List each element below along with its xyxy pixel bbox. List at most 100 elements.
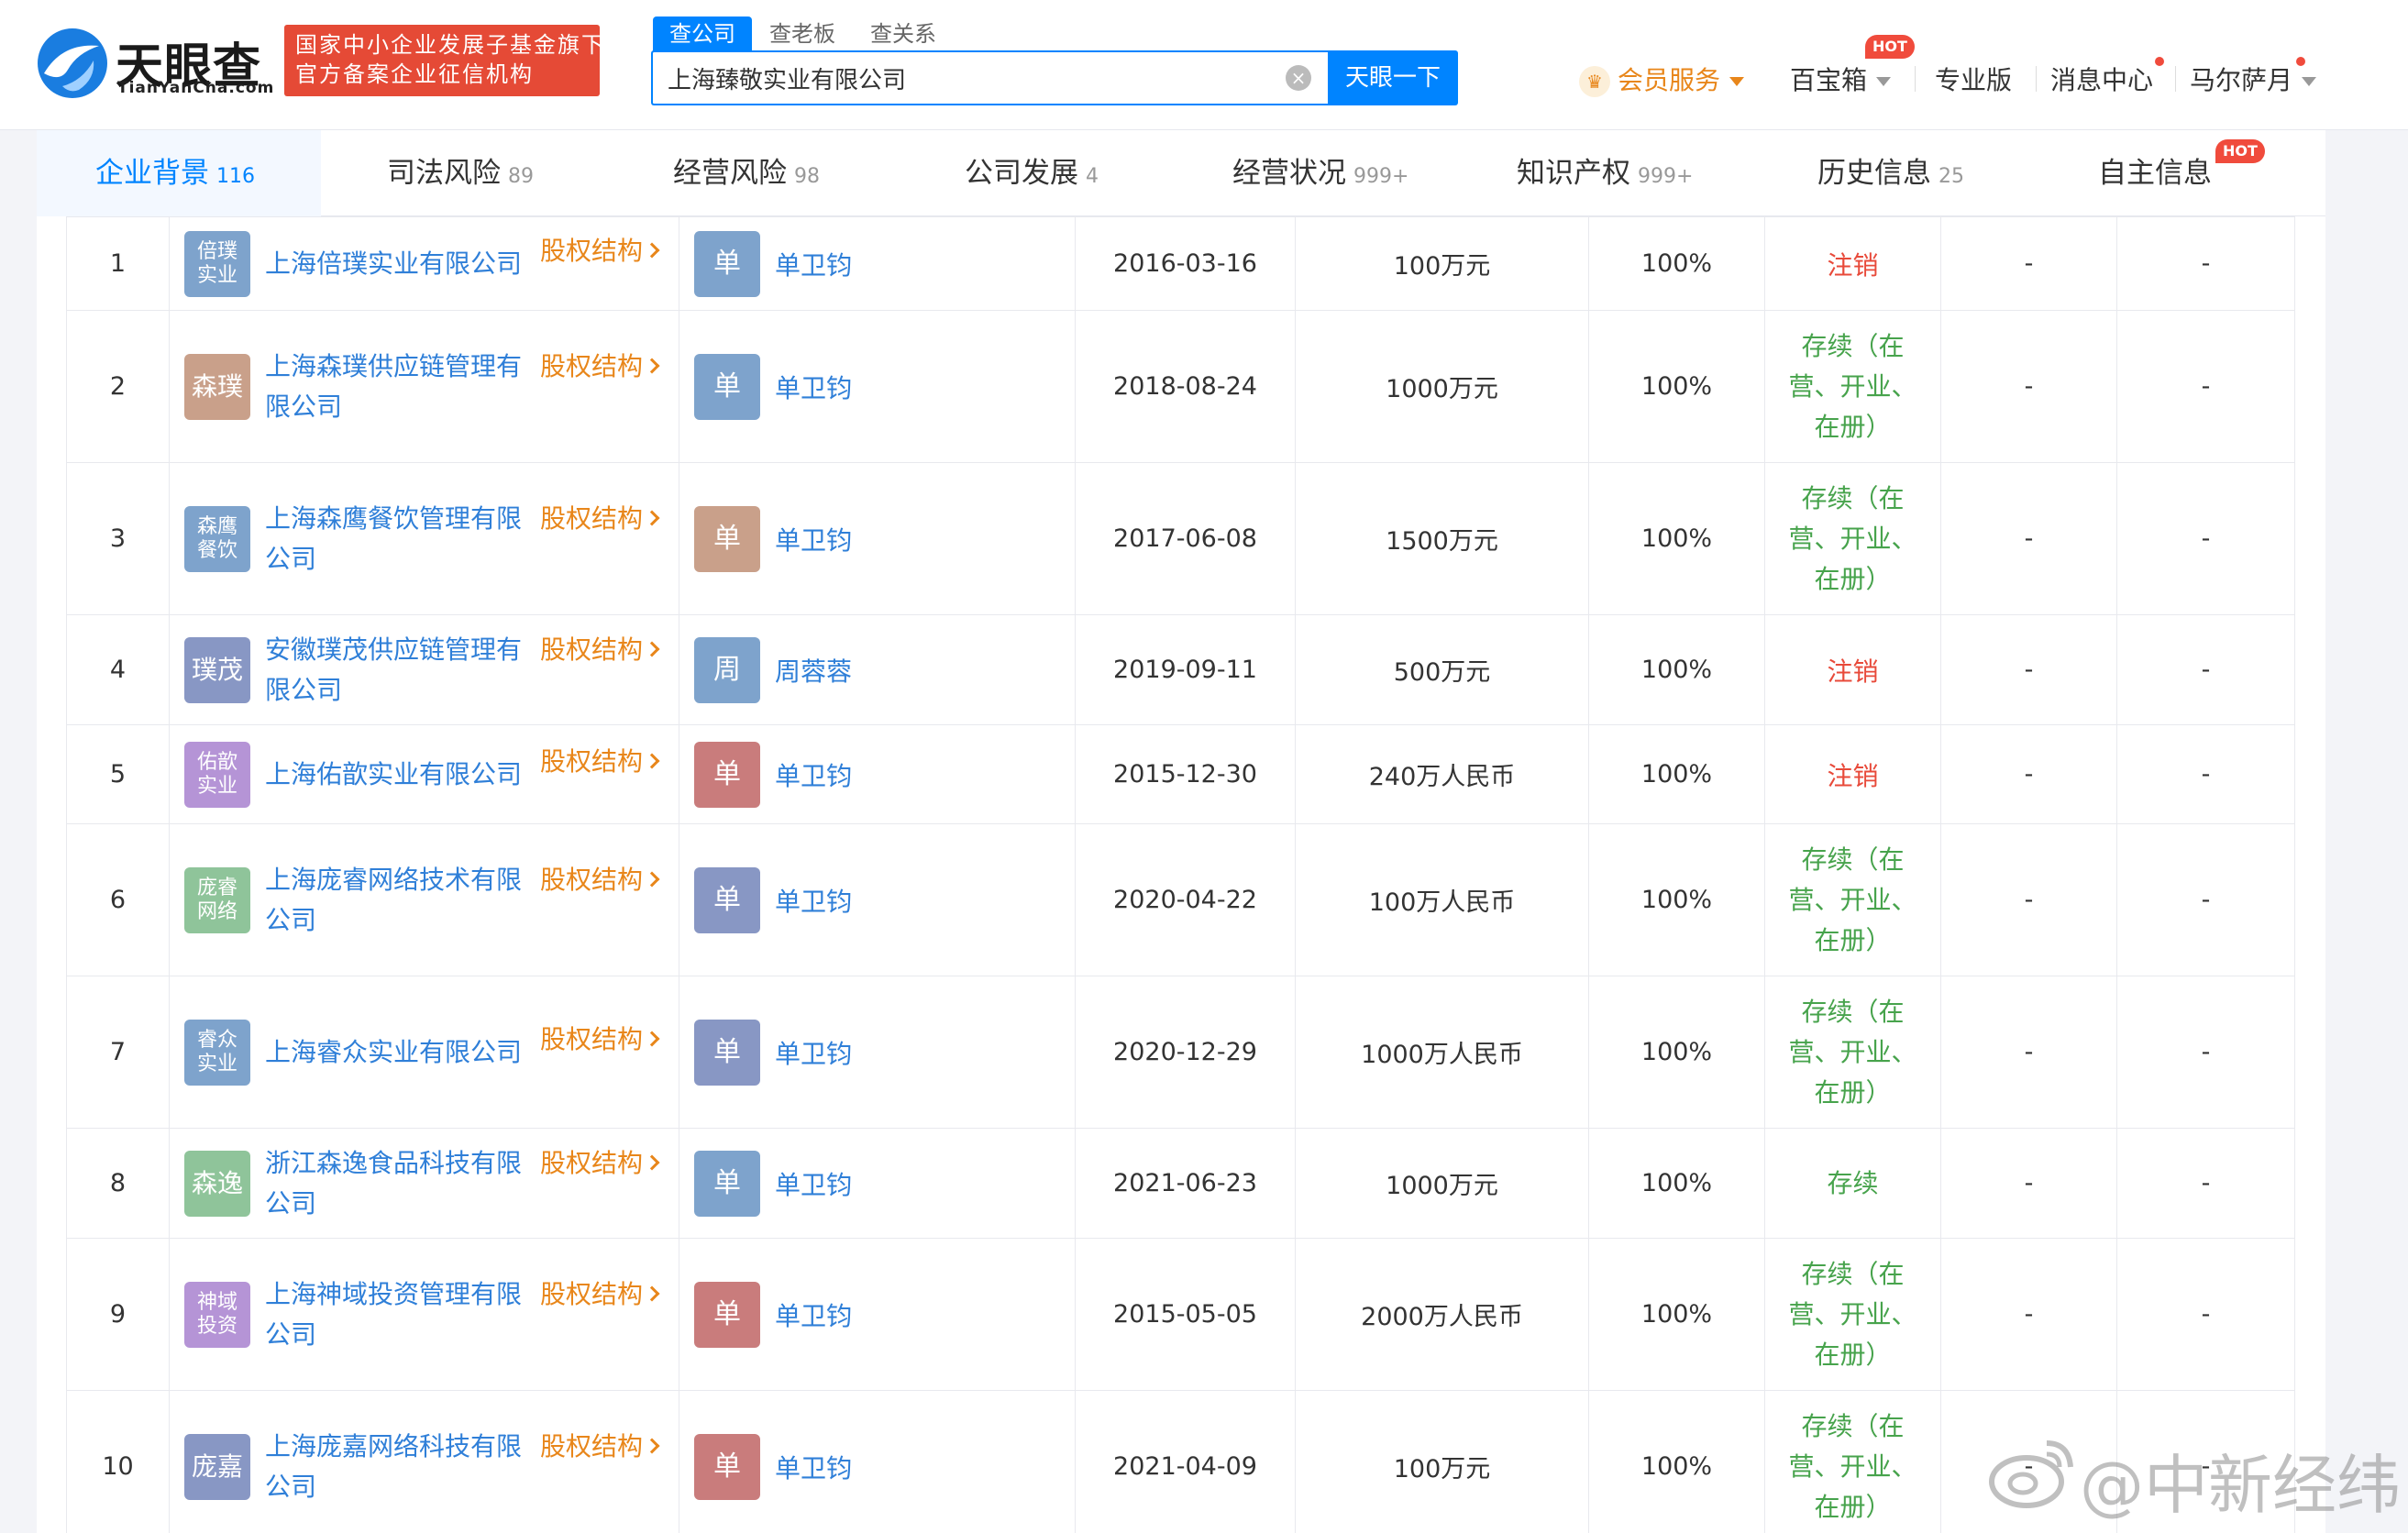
top-header: 天眼查 TianYanCha.com 国家中小企业发展子基金旗下 官方备案企业征… xyxy=(0,0,2408,130)
tab-operation-risk[interactable]: 经营风险 98 xyxy=(673,130,820,216)
person-name-link[interactable]: 单卫钧 xyxy=(775,369,852,405)
company-cell: 璞茂 安徽璞茂供应链管理有限公司 股权结构 xyxy=(169,614,679,725)
establish-date: 2016-03-16 xyxy=(1075,216,1296,311)
extra-column-1: - xyxy=(1940,823,2117,976)
company-name-link[interactable]: 上海睿众实业有限公司 xyxy=(265,1032,531,1073)
company-name-link[interactable]: 上海神域投资管理有限公司 xyxy=(265,1274,531,1355)
company-name-link[interactable]: 浙江森逸食品科技有限公司 xyxy=(265,1143,531,1224)
extra-column-1: - xyxy=(1940,614,2117,725)
equity-structure-link[interactable]: 股权结构 xyxy=(540,231,660,271)
company-name-link[interactable]: 上海森鹰餐饮管理有限公司 xyxy=(265,499,531,579)
equity-structure-link[interactable]: 股权结构 xyxy=(540,1143,660,1184)
message-center-link[interactable]: 消息中心 xyxy=(2050,61,2153,97)
tab-label: 企业背景 xyxy=(95,157,209,190)
person-name-link[interactable]: 单卫钧 xyxy=(775,246,852,282)
equity-structure-link[interactable]: 股权结构 xyxy=(540,1427,660,1467)
person-name-link[interactable]: 周蓉蓉 xyxy=(775,652,852,689)
investment-ratio: 100% xyxy=(1588,310,1765,463)
registered-capital: 500万元 xyxy=(1295,614,1589,725)
establish-date: 2018-08-24 xyxy=(1075,310,1296,463)
equity-structure-link[interactable]: 股权结构 xyxy=(540,1274,660,1315)
person-name-link[interactable]: 单卫钧 xyxy=(775,756,852,793)
brand-logo[interactable]: 天眼查 TianYanCha.com xyxy=(35,26,273,101)
toolbox-menu[interactable]: 百宝箱 xyxy=(1790,61,1892,97)
extra-column-2: - xyxy=(2116,724,2295,824)
tab-intellectual-property[interactable]: 知识产权 999+ xyxy=(1517,130,1693,216)
table-row: 1 倍璞 实业 上海倍璞实业有限公司 股权结构 单 单卫钧 2016-03-16 … xyxy=(66,216,2295,311)
chevron-right-icon xyxy=(644,871,660,887)
tab-judicial-risk[interactable]: 司法风险 89 xyxy=(387,130,534,216)
company-name-link[interactable]: 上海佑歆实业有限公司 xyxy=(265,755,531,795)
person-name-link[interactable]: 单卫钧 xyxy=(775,1165,852,1202)
person-avatar: 单 xyxy=(694,1281,760,1348)
establish-date: 2015-05-05 xyxy=(1075,1238,1296,1391)
company-name-link[interactable]: 上海森璞供应链管理有限公司 xyxy=(265,347,531,427)
hot-badge: HOT xyxy=(2215,139,2265,163)
company-cell: 神域 投资 上海神域投资管理有限公司 股权结构 xyxy=(169,1238,679,1391)
equity-structure-link[interactable]: 股权结构 xyxy=(540,347,660,387)
search-tab-relation[interactable]: 查关系 xyxy=(870,17,936,51)
tab-label: 经营风险 xyxy=(673,157,787,190)
table-row: 3 森鹰 餐饮 上海森鹰餐饮管理有限公司 股权结构 单 单卫钧 2017-06-0… xyxy=(66,462,2295,615)
equity-label: 股权结构 xyxy=(540,1023,644,1054)
person-avatar: 周 xyxy=(694,636,760,703)
tab-label: 自主信息 xyxy=(2098,157,2212,190)
person-name-link[interactable]: 单卫钧 xyxy=(775,521,852,557)
chevron-right-icon xyxy=(644,641,660,656)
company-name-link[interactable]: 上海庞嘉网络科技有限公司 xyxy=(265,1427,531,1507)
extra-column-1: - xyxy=(1940,976,2117,1129)
legal-person-cell: 单 单卫钧 xyxy=(679,976,1076,1129)
search-tab-company[interactable]: 查公司 xyxy=(653,17,752,51)
tab-count: 999+ xyxy=(1353,165,1409,188)
equity-label: 股权结构 xyxy=(540,634,644,665)
person-name-link[interactable]: 单卫钧 xyxy=(775,1449,852,1485)
row-number: 4 xyxy=(66,614,170,725)
person-name-link[interactable]: 单卫钧 xyxy=(775,1296,852,1333)
vip-label: 会员服务 xyxy=(1618,65,1721,95)
equity-label: 股权结构 xyxy=(540,864,644,895)
equity-structure-link[interactable]: 股权结构 xyxy=(540,499,660,539)
company-name-link[interactable]: 上海庞睿网络技术有限公司 xyxy=(265,860,531,941)
person-avatar: 单 xyxy=(694,353,760,420)
tab-company-development[interactable]: 公司发展 4 xyxy=(965,130,1099,216)
vip-service-menu[interactable]: ♛ 会员服务 xyxy=(1579,61,1745,97)
registered-capital: 240万人民币 xyxy=(1295,724,1589,824)
company-name-link[interactable]: 安徽璞茂供应链管理有限公司 xyxy=(265,630,531,711)
tab-operation-status[interactable]: 经营状况 999+ xyxy=(1232,130,1408,216)
search-button[interactable]: 天眼一下 xyxy=(1328,50,1458,105)
equity-structure-link[interactable]: 股权结构 xyxy=(540,860,660,900)
equity-structure-link[interactable]: 股权结构 xyxy=(540,742,660,782)
pro-version-link[interactable]: 专业版 xyxy=(1935,61,2012,97)
clear-icon[interactable]: × xyxy=(1286,65,1311,91)
equity-label: 股权结构 xyxy=(540,1430,644,1461)
company-avatar: 神域 投资 xyxy=(184,1281,250,1348)
company-avatar: 庞睿 网络 xyxy=(184,866,250,933)
user-name: 马尔萨月 xyxy=(2190,65,2293,95)
status-text: 存续（在营、开业、在册） xyxy=(1788,1258,1917,1370)
person-name-link[interactable]: 单卫钧 xyxy=(775,1034,852,1071)
row-number: 7 xyxy=(66,976,170,1129)
user-menu[interactable]: 马尔萨月 xyxy=(2190,61,2317,97)
tab-history-info[interactable]: 历史信息 25 xyxy=(1817,130,1964,216)
weibo-logo-icon xyxy=(1989,1440,2073,1508)
company-avatar: 璞茂 xyxy=(184,636,250,703)
equity-structure-link[interactable]: 股权结构 xyxy=(540,630,660,670)
registered-capital: 100万元 xyxy=(1295,1390,1589,1533)
table-row: 8 森逸 浙江森逸食品科技有限公司 股权结构 单 单卫钧 2021-06-23 … xyxy=(66,1128,2295,1239)
company-name-link[interactable]: 上海倍璞实业有限公司 xyxy=(265,244,531,284)
tab-label: 知识产权 xyxy=(1517,157,1630,190)
search-tab-boss[interactable]: 查老板 xyxy=(769,17,835,51)
tab-enterprise-background[interactable]: 企业背景 116 xyxy=(37,130,321,216)
chevron-down-icon xyxy=(1876,77,1892,86)
row-number: 8 xyxy=(66,1128,170,1239)
equity-structure-link[interactable]: 股权结构 xyxy=(540,1020,660,1060)
person-avatar: 单 xyxy=(694,505,760,572)
person-avatar: 单 xyxy=(694,741,760,808)
registered-capital: 1000万元 xyxy=(1295,1128,1589,1239)
company-avatar: 庞嘉 xyxy=(184,1433,250,1500)
tab-self-info[interactable]: 自主信息 xyxy=(2098,130,2212,216)
company-avatar: 睿众 实业 xyxy=(184,1019,250,1086)
search-input[interactable] xyxy=(668,52,1254,104)
hot-badge: HOT xyxy=(1865,35,1915,59)
person-name-link[interactable]: 单卫钧 xyxy=(775,882,852,919)
